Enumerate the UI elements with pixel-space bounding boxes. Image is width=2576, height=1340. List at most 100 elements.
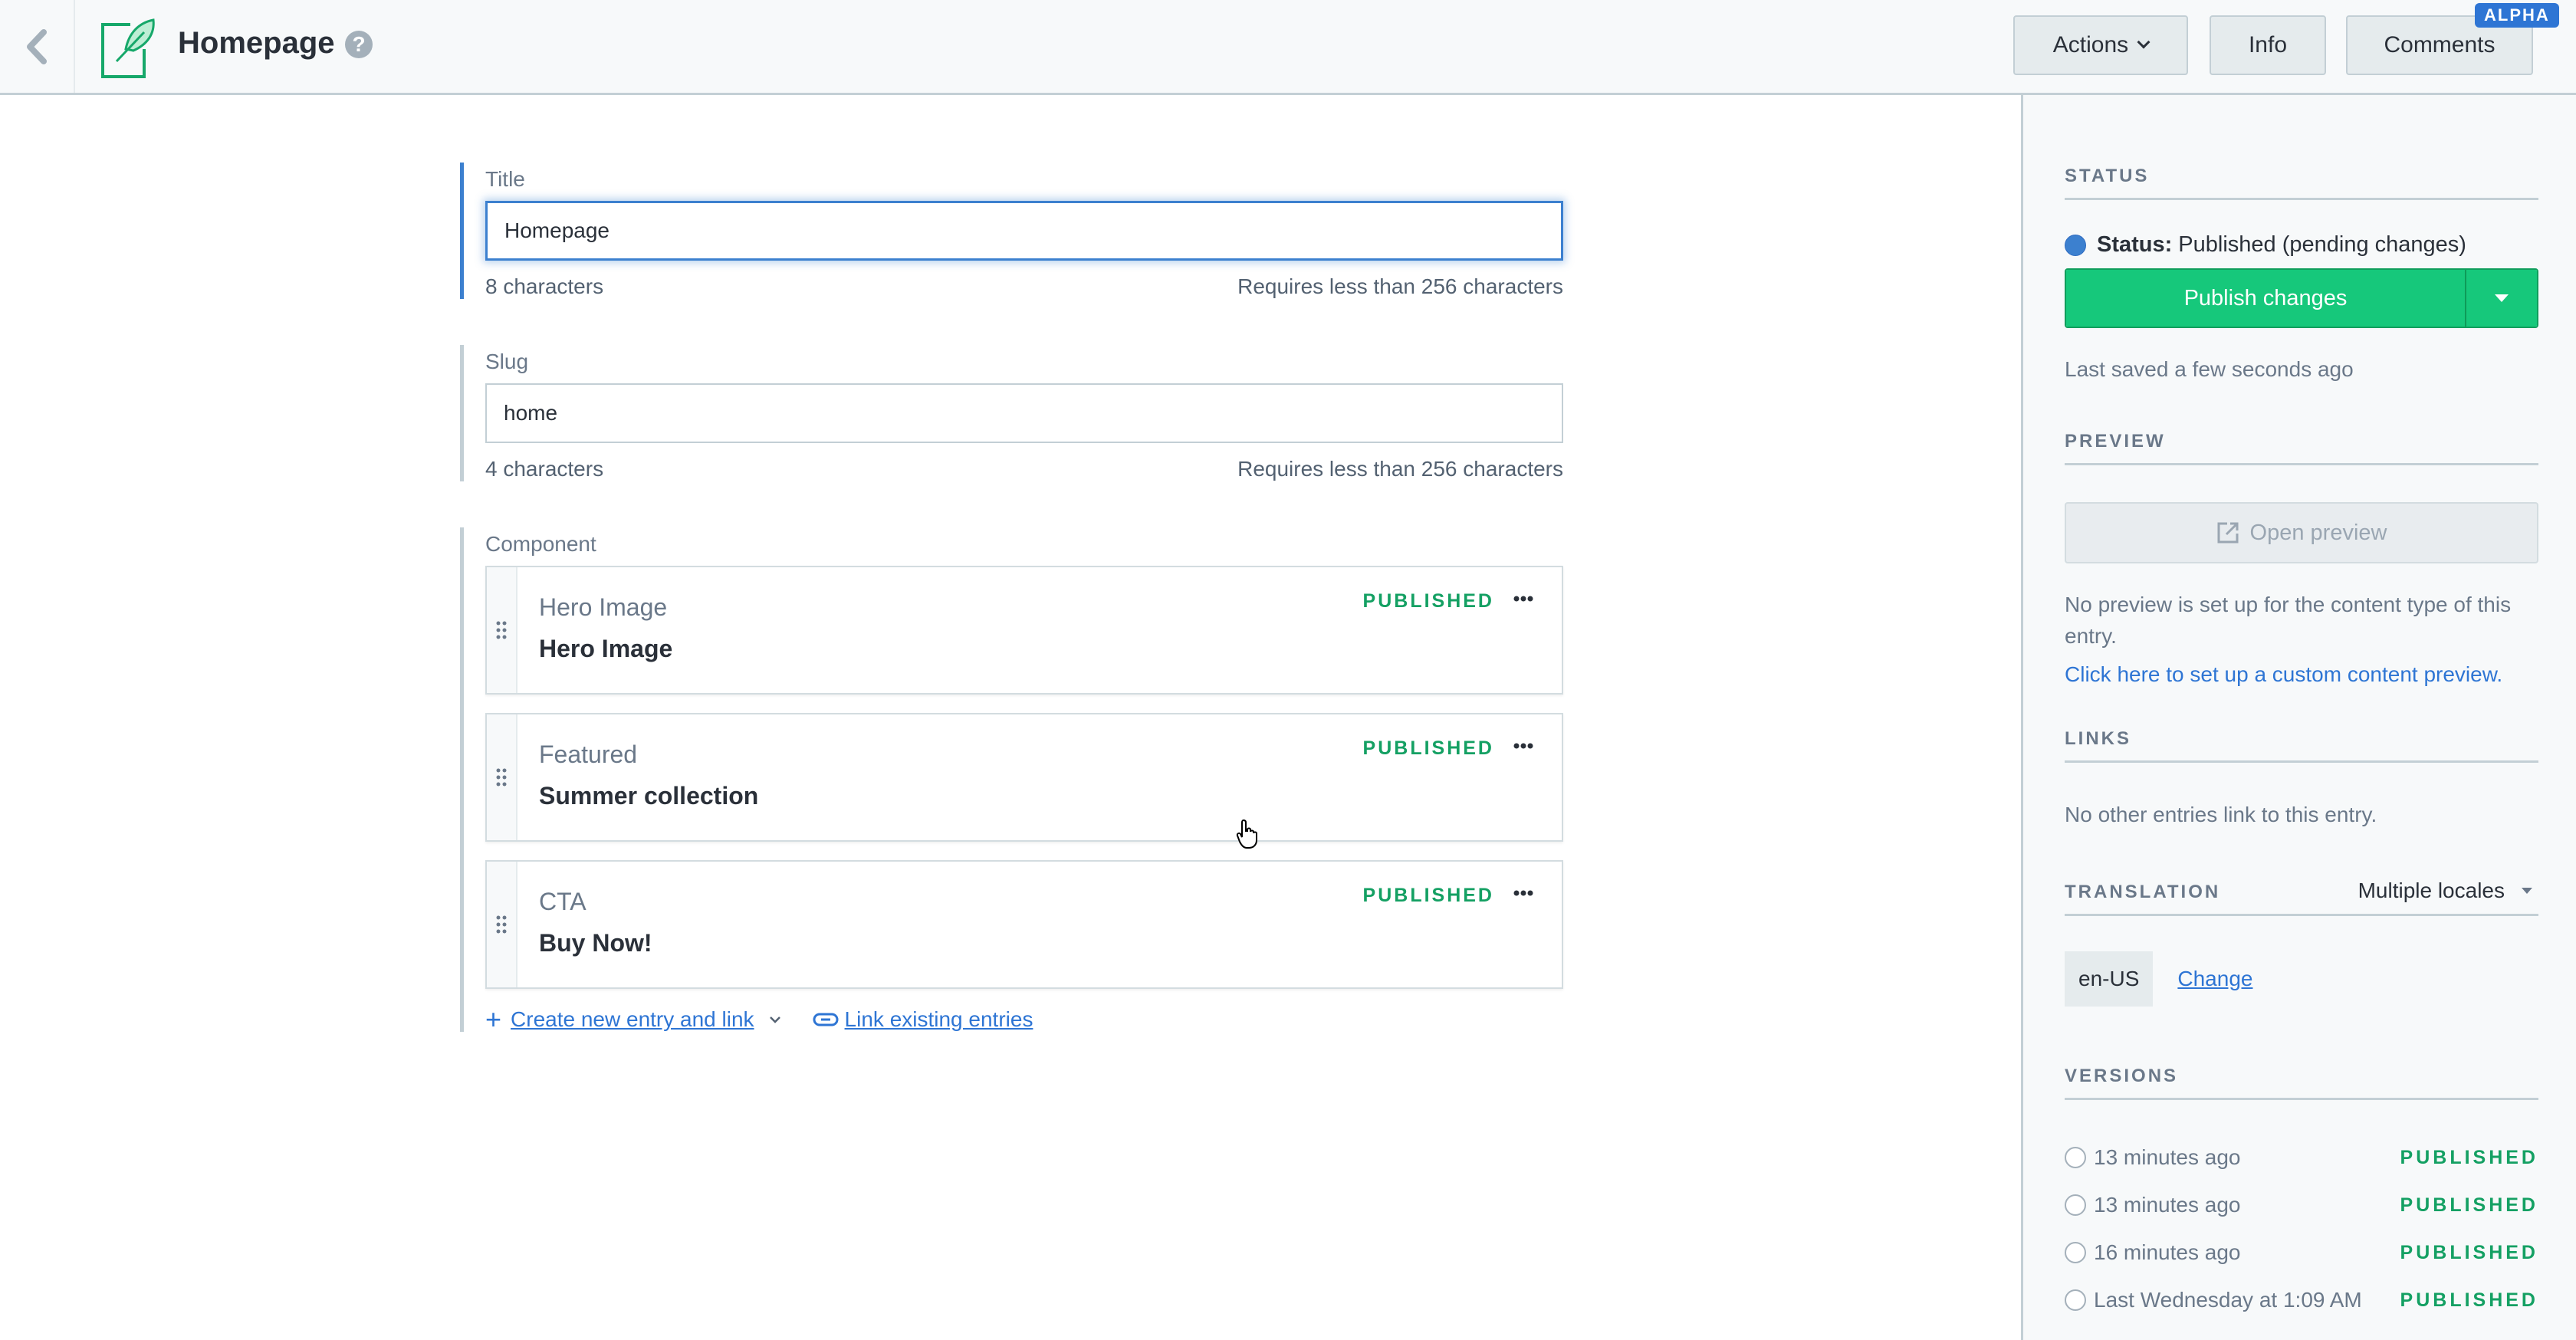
hand-cursor-icon — [1236, 819, 1257, 849]
versions-heading: VERSIONS — [2065, 1066, 2538, 1100]
status-heading: STATUS — [2065, 166, 2538, 200]
version-time: 16 minutes ago — [2094, 1240, 2241, 1264]
slug-char-limit: Requires less than 256 characters — [1237, 457, 1563, 481]
entry-sidebar: STATUS Status: Published (pending change… — [2021, 95, 2576, 1340]
slug-field: Slug 4 characters Requires less than 256… — [460, 345, 1564, 481]
link-existing-entries[interactable]: Link existing entries — [845, 1007, 1033, 1032]
locale-mode-select[interactable]: Multiple locales — [2358, 879, 2532, 903]
title-char-count: 8 characters — [485, 274, 604, 298]
question-circle-icon[interactable]: ? — [345, 31, 373, 58]
version-time: Last Wednesday at 1:09 AM — [2094, 1288, 2362, 1312]
drag-handle[interactable] — [487, 714, 518, 840]
version-time: 13 minutes ago — [2094, 1193, 2241, 1217]
create-entry-link[interactable]: Create new entry and link — [511, 1007, 754, 1032]
version-item[interactable]: 16 minutes ago PUBLISHED — [2065, 1229, 2538, 1276]
title-input[interactable] — [485, 201, 1563, 261]
status-value: Published (pending changes) — [2178, 232, 2466, 257]
plus-icon: + — [485, 1003, 502, 1035]
links-heading: LINKS — [2065, 728, 2538, 763]
publish-split-button: Publish changes — [2065, 268, 2538, 328]
entry-status-badge: PUBLISHED — [1362, 590, 1494, 612]
locale-chip: en-US — [2065, 951, 2154, 1007]
entry-card[interactable]: Hero Image Hero Image PUBLISHED — [485, 566, 1563, 695]
change-locale-link[interactable]: Change — [2177, 967, 2252, 991]
comments-label: Comments — [2384, 32, 2496, 57]
version-status: PUBLISHED — [2400, 1194, 2538, 1216]
drag-handle-icon — [496, 768, 507, 787]
preview-section: PREVIEW Open preview No preview is set u… — [2065, 431, 2538, 687]
link-icon — [813, 1013, 839, 1026]
last-saved-text: Last saved a few seconds ago — [2065, 357, 2354, 381]
entry-content-type: Hero Image — [539, 593, 668, 621]
version-status: PUBLISHED — [2400, 1289, 2538, 1311]
caret-down-icon — [2495, 294, 2509, 302]
entry-status-badge: PUBLISHED — [1362, 885, 1494, 906]
links-note: No other entries link to this entry. — [2065, 803, 2377, 826]
open-preview-label: Open preview — [2249, 520, 2387, 545]
feather-entry-icon — [101, 18, 155, 78]
slug-char-count: 4 characters — [485, 457, 604, 481]
entry-status-badge: PUBLISHED — [1362, 737, 1494, 759]
preview-heading: PREVIEW — [2065, 431, 2538, 465]
setup-preview-link[interactable]: Click here to set up a custom content pr… — [2065, 662, 2538, 687]
entry-card[interactable]: Featured Summer collection PUBLISHED — [485, 713, 1563, 842]
reference-actions: + Create new entry and link Link existin… — [485, 1003, 1564, 1035]
drag-handle-icon — [496, 915, 507, 934]
versions-section: VERSIONS 13 minutes ago PUBLISHED 13 min… — [2065, 1066, 2538, 1324]
status-label: Status: — [2097, 232, 2173, 257]
version-time: 13 minutes ago — [2094, 1145, 2241, 1169]
version-status: PUBLISHED — [2400, 1146, 2538, 1168]
chevron-down-icon[interactable] — [768, 1015, 782, 1024]
status-line: Status: Published (pending changes) — [2065, 232, 2538, 258]
title-field: Title 8 characters Requires less than 25… — [460, 163, 1564, 299]
entry-content-type: Featured — [539, 741, 638, 768]
publish-changes-button[interactable]: Publish changes — [2066, 270, 2465, 327]
entry-more-button[interactable] — [1508, 734, 1539, 757]
title-label: Title — [485, 167, 525, 191]
title-char-limit: Requires less than 256 characters — [1237, 274, 1563, 298]
actions-label: Actions — [2052, 32, 2129, 57]
version-radio[interactable] — [2065, 1242, 2086, 1263]
preview-note: No preview is set up for the content typ… — [2065, 593, 2512, 648]
chevron-left-icon — [27, 28, 47, 64]
alpha-badge: ALPHA — [2475, 3, 2559, 28]
version-item[interactable]: 13 minutes ago PUBLISHED — [2065, 1134, 2538, 1181]
drag-handle[interactable] — [487, 862, 518, 987]
entry-more-button[interactable] — [1508, 587, 1539, 610]
version-radio[interactable] — [2065, 1194, 2086, 1216]
entry-content-type: CTA — [539, 888, 586, 915]
drag-handle-icon — [496, 621, 507, 639]
component-label: Component — [485, 532, 596, 556]
version-item[interactable]: Last Wednesday at 1:09 AM PUBLISHED — [2065, 1276, 2538, 1324]
entry-title: Summer collection — [539, 782, 759, 810]
locale-mode-value: Multiple locales — [2358, 879, 2505, 902]
slug-label: Slug — [485, 350, 529, 373]
version-radio[interactable] — [2065, 1147, 2086, 1168]
entry-title: Buy Now! — [539, 929, 652, 957]
status-dot-icon — [2065, 234, 2086, 256]
entry-title: Hero Image — [539, 635, 673, 662]
status-section: STATUS Status: Published (pending change… — [2065, 166, 2538, 386]
caret-down-icon — [2522, 888, 2532, 894]
entry-more-button[interactable] — [1508, 882, 1539, 905]
drag-handle[interactable] — [487, 567, 518, 693]
publish-options-button[interactable] — [2465, 270, 2537, 327]
component-field: Component Hero Image Hero Image PUBLISHE… — [460, 527, 1564, 1035]
more-horizontal-icon — [1513, 596, 1533, 602]
external-link-icon — [2217, 522, 2239, 544]
more-horizontal-icon — [1513, 743, 1533, 749]
version-item[interactable]: 13 minutes ago PUBLISHED — [2065, 1181, 2538, 1229]
links-section: LINKS No other entries link to this entr… — [2065, 728, 2538, 831]
version-radio[interactable] — [2065, 1289, 2086, 1311]
back-button[interactable] — [0, 0, 75, 93]
actions-button[interactable]: Actions — [2013, 15, 2188, 75]
info-label: Info — [2248, 32, 2288, 57]
page-title: Homepage — [178, 26, 335, 60]
more-horizontal-icon — [1513, 890, 1533, 896]
entry-card[interactable]: CTA Buy Now! PUBLISHED — [485, 860, 1563, 989]
info-button[interactable]: Info — [2210, 15, 2326, 75]
slug-input[interactable] — [485, 383, 1563, 443]
versions-list: 13 minutes ago PUBLISHED 13 minutes ago … — [2065, 1134, 2538, 1324]
open-preview-button[interactable]: Open preview — [2065, 502, 2538, 563]
translation-heading: TRANSLATION Multiple locales — [2065, 879, 2538, 916]
